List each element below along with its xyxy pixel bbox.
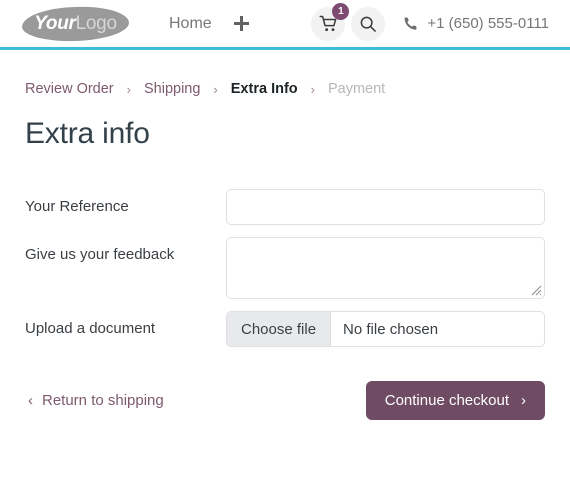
cart-button[interactable]: 1 (311, 2, 350, 41)
breadcrumb-separator: › (126, 81, 131, 97)
upload-field-wrap: Choose file No file chosen (226, 311, 545, 347)
main-content: Review Order › Shipping › Extra Info › P… (0, 81, 570, 420)
return-to-shipping-link[interactable]: ‹ Return to shipping (25, 392, 164, 409)
search-icon (361, 16, 377, 32)
main-nav: Home (169, 15, 249, 32)
feedback-textarea-wrap (226, 237, 545, 299)
breadcrumb-item-shipping[interactable]: Shipping (144, 81, 200, 97)
search-button[interactable] (351, 6, 386, 41)
choose-file-button[interactable]: Choose file (227, 312, 332, 346)
logo-text-light: Logo (75, 12, 117, 34)
phone-icon (404, 17, 417, 30)
logo-text: YourLogo (34, 12, 117, 35)
plus-icon[interactable] (233, 16, 249, 31)
phone-number: +1 (650) 555-0111 (427, 15, 549, 32)
file-status-text: No file chosen (343, 320, 439, 338)
breadcrumb: Review Order › Shipping › Extra Info › P… (25, 81, 545, 97)
reference-input[interactable] (226, 189, 545, 225)
extra-info-form: Your Reference Give us your feedback Upl… (25, 189, 545, 347)
phone-contact[interactable]: +1 (650) 555-0111 (403, 15, 549, 32)
logo-text-bold: Your (34, 12, 76, 34)
site-header: YourLogo Home 1 +1 (650) 555-0111 (0, 0, 570, 50)
form-actions: ‹ Return to shipping Continue checkout › (25, 381, 545, 420)
chevron-left-icon: ‹ (28, 392, 33, 409)
form-row-feedback: Give us your feedback (25, 237, 545, 299)
chevron-right-icon: › (521, 392, 526, 409)
breadcrumb-item-payment: Payment (327, 81, 386, 97)
page-title: Extra info (25, 117, 150, 150)
cart-badge-count: 1 (332, 2, 350, 20)
breadcrumb-separator: › (213, 81, 218, 97)
return-to-shipping-label: Return to shipping (42, 392, 164, 409)
feedback-textarea[interactable] (226, 237, 545, 299)
continue-checkout-button[interactable]: Continue checkout › (365, 381, 545, 420)
breadcrumb-separator: › (310, 81, 315, 97)
reference-label: Your Reference (25, 198, 129, 215)
breadcrumb-item-extra-info: Extra Info (230, 81, 298, 97)
continue-checkout-label: Continue checkout (384, 392, 509, 409)
form-row-reference: Your Reference (25, 189, 545, 225)
header-actions: 1 +1 (650) 555-0111 (311, 2, 549, 41)
breadcrumb-item-review-order[interactable]: Review Order (25, 81, 114, 97)
nav-item-home[interactable]: Home (169, 15, 212, 32)
feedback-field-wrap (226, 237, 545, 299)
form-row-upload: Upload a document Choose file No file ch… (25, 311, 545, 347)
upload-label: Upload a document (25, 320, 156, 337)
site-logo[interactable]: YourLogo (21, 5, 130, 42)
reference-field-wrap (226, 189, 545, 225)
feedback-label: Give us your feedback (25, 246, 175, 263)
file-input[interactable]: Choose file No file chosen (226, 311, 545, 347)
